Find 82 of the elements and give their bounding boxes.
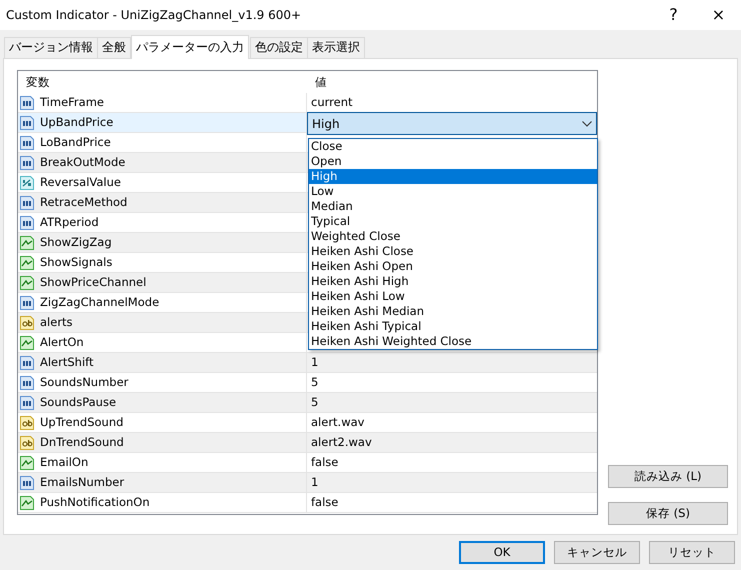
parameter-name-cell[interactable]: UpTrendSound <box>18 413 307 432</box>
parameter-name-cell[interactable]: ZigZagChannelMode <box>18 293 307 312</box>
side-button[interactable]: 読み込み (L) <box>608 465 728 488</box>
tab[interactable]: パラメーターの入力 <box>131 35 249 59</box>
document-icon <box>19 474 35 490</box>
dropdown-field[interactable]: High <box>307 112 597 135</box>
parameter-name-cell[interactable]: BreakOutMode <box>18 153 307 172</box>
dropdown-option[interactable]: Typical <box>309 214 597 229</box>
parameter-name-cell[interactable]: ATRperiod <box>18 213 307 232</box>
tab[interactable]: 色の設定 <box>250 37 308 58</box>
close-button[interactable]: × <box>696 0 741 30</box>
dropdown-option[interactable]: Heiken Ashi Open <box>309 259 597 274</box>
parameter-name-cell[interactable]: DnTrendSound <box>18 433 307 452</box>
dropdown-option[interactable]: Close <box>309 139 597 154</box>
parameter-name-cell[interactable]: PushNotificationOn <box>18 493 307 512</box>
chart-icon <box>19 234 35 250</box>
parameter-name-cell[interactable]: ShowPriceChannel <box>18 273 307 292</box>
document-icon <box>19 394 35 410</box>
parameter-name-cell[interactable]: ShowZigZag <box>18 233 307 252</box>
document-icon <box>19 374 35 390</box>
parameter-name-cell[interactable]: EmailOn <box>18 453 307 472</box>
chart-icon <box>19 454 35 470</box>
parameter-value-cell[interactable]: 5 <box>307 373 597 392</box>
column-header[interactable]: 値 <box>307 71 597 93</box>
document-icon <box>19 134 35 150</box>
chart-icon <box>19 254 35 270</box>
parameter-value-cell[interactable]: false <box>307 453 597 472</box>
column-header[interactable]: 変数 <box>18 71 307 93</box>
parameter-name-cell[interactable]: ReversalValue <box>18 173 307 192</box>
parameter-value-cell[interactable]: alert2.wav <box>307 433 597 452</box>
help-button[interactable]: ? <box>651 0 696 30</box>
window-title: Custom Indicator - UniZigZagChannel_v1.9 600+ <box>5 7 302 24</box>
document-icon <box>19 314 35 330</box>
parameter-name-cell[interactable]: AlertShift <box>18 353 307 372</box>
parameter-value-cell[interactable]: false <box>307 493 597 512</box>
dropdown-option[interactable]: Weighted Close <box>309 229 597 244</box>
parameter-name-cell[interactable]: ShowSignals <box>18 253 307 272</box>
parameter-value-cell[interactable]: current <box>307 93 597 112</box>
parameter-name-cell[interactable]: UpBandPrice <box>18 113 307 132</box>
document-icon <box>19 434 35 450</box>
chart-icon <box>19 494 35 510</box>
dialog-button[interactable]: OK <box>459 541 545 564</box>
parameter-name-cell[interactable]: EmailsNumber <box>18 473 307 492</box>
dropdown-option[interactable]: Heiken Ashi Weighted Close <box>309 334 597 349</box>
parameter-name-cell[interactable]: AlertOn <box>18 333 307 352</box>
document-icon <box>19 214 35 230</box>
parameter-name-cell[interactable]: SoundsNumber <box>18 373 307 392</box>
parameter-name-cell[interactable]: alerts <box>18 313 307 332</box>
dropdown-option[interactable]: Heiken Ashi Low <box>309 289 597 304</box>
tab[interactable]: 表示選択 <box>307 37 365 58</box>
parameter-value-cell[interactable]: 5 <box>307 393 597 412</box>
chart-icon <box>19 274 35 290</box>
dialog-button[interactable]: リセット <box>649 541 735 564</box>
tab[interactable]: バージョン情報 <box>4 37 98 58</box>
document-icon <box>19 114 35 130</box>
document-icon <box>19 294 35 310</box>
parameter-value-cell[interactable]: alert.wav <box>307 413 597 432</box>
parameter-name-cell[interactable]: LoBandPrice <box>18 133 307 152</box>
tab[interactable]: 全般 <box>97 37 131 58</box>
parameter-value-cell[interactable]: 1 <box>307 473 597 492</box>
dropdown-option[interactable]: Heiken Ashi Median <box>309 304 597 319</box>
dropdown-option[interactable]: Heiken Ashi Typical <box>309 319 597 334</box>
document-icon <box>19 194 35 210</box>
dropdown-option[interactable]: Median <box>309 199 597 214</box>
dropdown-option[interactable]: Heiken Ashi Close <box>309 244 597 259</box>
chart-icon <box>19 334 35 350</box>
parameter-name-cell[interactable]: SoundsPause <box>18 393 307 412</box>
document-icon <box>19 414 35 430</box>
dropdown-option[interactable]: Low <box>309 184 597 199</box>
side-button[interactable]: 保存 (S) <box>608 502 728 525</box>
dialog-button[interactable]: キャンセル <box>554 541 640 564</box>
document-icon <box>19 94 35 110</box>
parameter-value-cell[interactable]: 1 <box>307 353 597 372</box>
dropdown-option[interactable]: High <box>309 169 597 184</box>
parameter-name-cell[interactable]: RetraceMethod <box>18 193 307 212</box>
dropdown-option[interactable]: Heiken Ashi High <box>309 274 597 289</box>
parameter-name-cell[interactable]: TimeFrame <box>18 93 307 112</box>
chevron-down-icon <box>582 120 592 126</box>
dropdown-option[interactable]: Open <box>309 154 597 169</box>
document-icon <box>19 354 35 370</box>
document-icon <box>19 154 35 170</box>
document-icon <box>19 174 35 190</box>
